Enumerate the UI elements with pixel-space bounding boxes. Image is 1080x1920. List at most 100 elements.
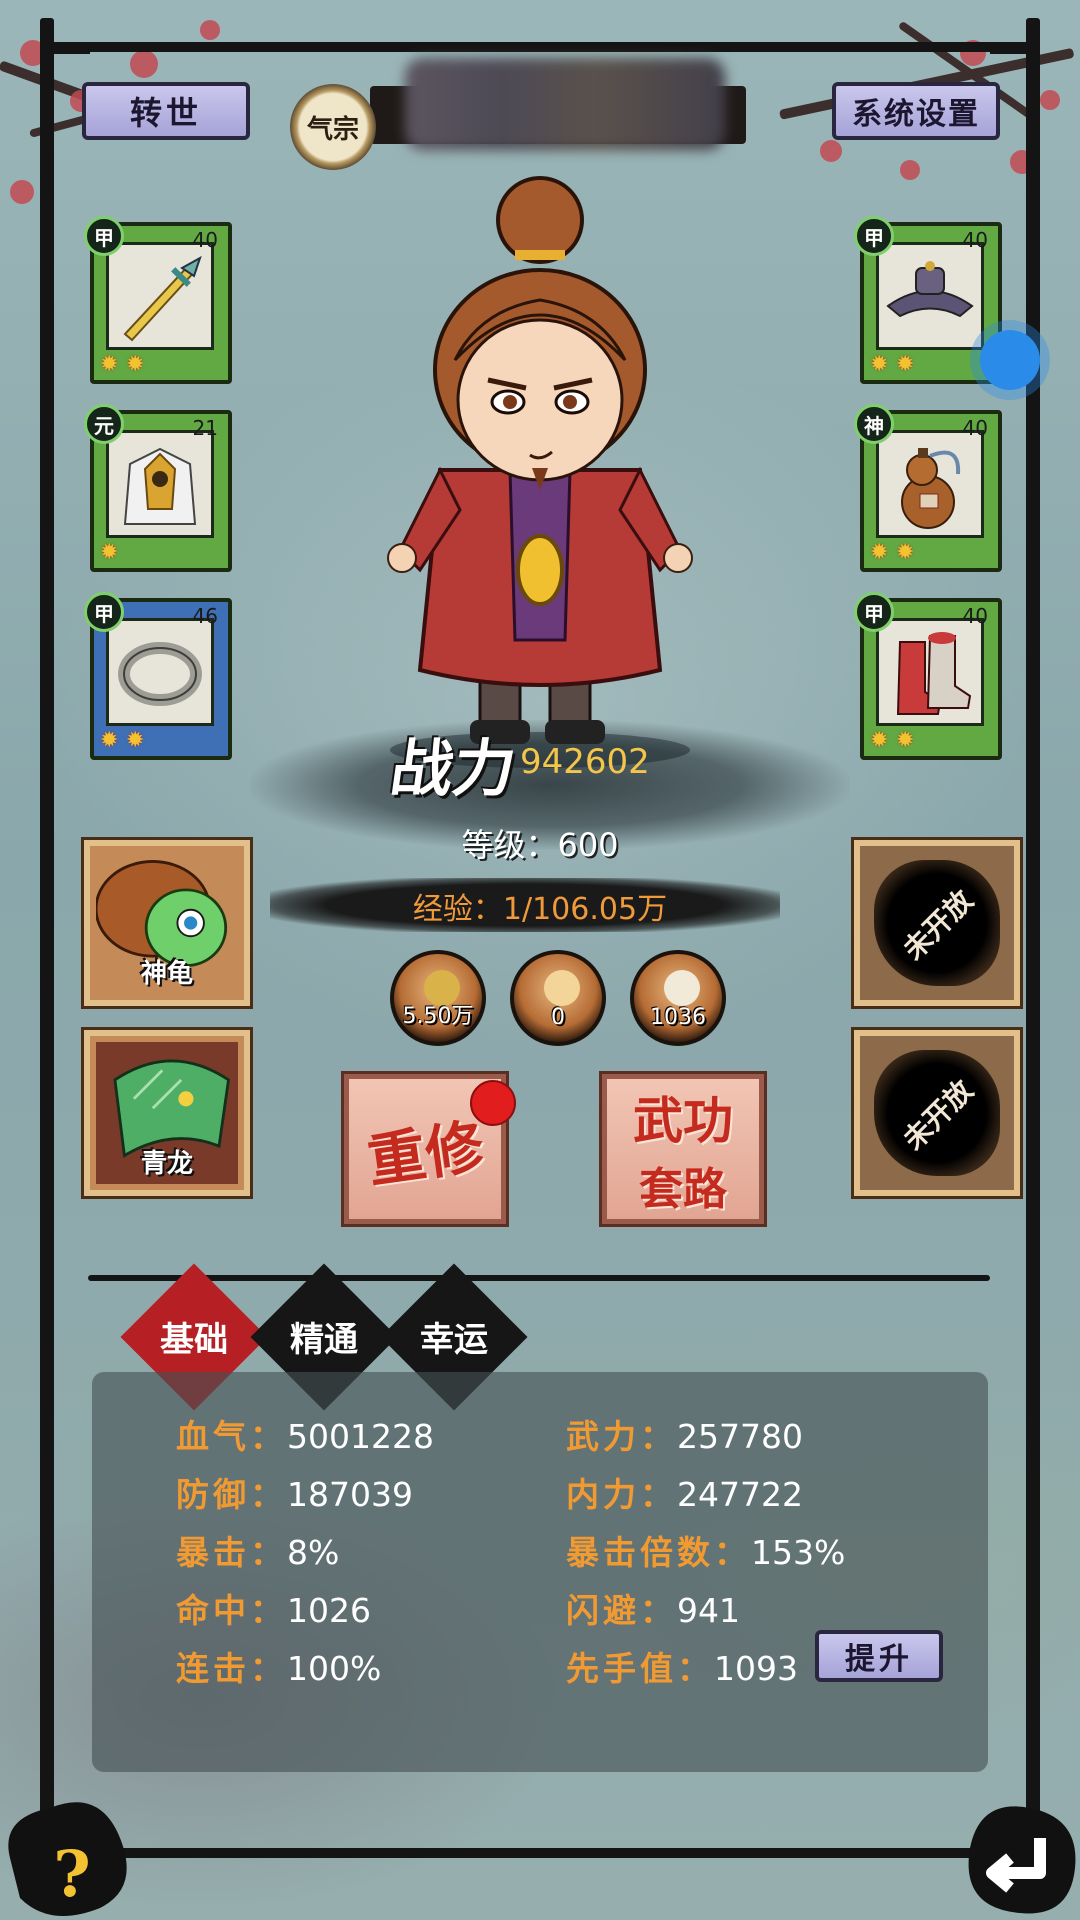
stat-row: 先手值：1093 [566, 1642, 798, 1690]
star-icon: ✹ [896, 540, 915, 565]
resource-orb[interactable]: 1036 [630, 950, 726, 1046]
equip-slot-boots[interactable]: 甲 40 ✹ ✹ [854, 592, 1002, 760]
star-rating: ✹ ✹ [100, 730, 148, 752]
equip-slot-accessory[interactable]: 神 40 ✹ ✹ [854, 404, 1002, 572]
star-icon: ✹ [100, 540, 119, 565]
stat-value: 1093 [714, 1649, 798, 1688]
item-level: 40 [962, 604, 988, 628]
sect-label: 气宗 [306, 114, 359, 145]
rebirth-button[interactable]: 转世 [82, 82, 250, 140]
resource-orb[interactable]: 5.50万 [390, 950, 486, 1046]
section-divider [88, 1275, 990, 1281]
martial-routine-button[interactable]: 武功 套路 [599, 1071, 767, 1227]
stat-value: 100% [287, 1649, 382, 1688]
gourd-icon [879, 433, 981, 535]
frame-right [1026, 18, 1040, 1868]
grade-tag: 甲 [84, 592, 124, 632]
grade-tag: 神 [854, 404, 894, 444]
stat-row: 暴击倍数：153% [566, 1526, 845, 1574]
player-name-redacted [405, 58, 725, 150]
back-button[interactable] [940, 1778, 1080, 1920]
stat-value: 8% [287, 1533, 340, 1572]
star-icon: ✹ [126, 728, 145, 753]
star-rating: ✹ ✹ [100, 354, 148, 376]
grade-tag: 元 [84, 404, 124, 444]
stat-value: 153% [751, 1533, 846, 1572]
stat-value: 257780 [677, 1417, 803, 1456]
star-rating: ✹ ✹ [870, 542, 918, 564]
combat-power-value: 942602 [520, 742, 650, 782]
stat-row: 暴击：8% [176, 1526, 339, 1574]
star-icon: ✹ [870, 540, 889, 565]
item-level: 40 [192, 228, 218, 252]
resource-value: 5.50万 [402, 1004, 474, 1029]
locked-slot[interactable]: 未开放 [851, 1027, 1023, 1199]
sword-icon [109, 245, 211, 347]
locked-slot[interactable]: 未开放 [851, 837, 1023, 1009]
character-avatar[interactable] [360, 170, 720, 770]
equip-slot-ring[interactable]: 甲 46 ✹ ✹ [84, 592, 232, 760]
armor-icon [109, 433, 211, 535]
tab-mastery-label: 精通 [290, 1320, 358, 1360]
stat-key: 暴击： [176, 1533, 287, 1572]
item-level: 40 [962, 416, 988, 440]
system-settings-button[interactable]: 系统设置 [832, 82, 1000, 140]
equip-slot-armor[interactable]: 元 21 ✹ [84, 404, 232, 572]
equip-slot-weapon[interactable]: 甲 40 ✹ ✹ [84, 216, 232, 384]
pet-slot-turtle[interactable]: 神龟 [81, 837, 253, 1009]
equip-item-frame [876, 618, 984, 726]
stat-value: 187039 [287, 1475, 413, 1514]
hat-icon [879, 245, 981, 347]
stat-row: 防御：187039 [176, 1468, 413, 1516]
star-icon: ✹ [100, 352, 119, 377]
upgrade-initiative-button[interactable]: 提升 [815, 1630, 943, 1682]
resource-value: 1036 [650, 1005, 706, 1030]
floating-assist-button[interactable] [980, 330, 1040, 390]
martial-label-2: 套路 [639, 1164, 727, 1215]
item-level: 40 [962, 228, 988, 252]
pet-name: 神龟 [140, 959, 193, 989]
stat-row: 闪避：941 [566, 1584, 740, 1632]
stat-value: 247722 [677, 1475, 803, 1514]
pet-slot-dragon[interactable]: 青龙 [81, 1027, 253, 1199]
stat-row: 武力：257780 [566, 1410, 803, 1458]
star-icon: ✹ [870, 352, 889, 377]
equip-item-frame [876, 242, 984, 350]
white-orb-icon [664, 970, 700, 1006]
stat-key: 命中： [176, 1591, 287, 1630]
stat-row: 血气：5001228 [176, 1410, 434, 1458]
stat-row: 内力：247722 [566, 1468, 803, 1516]
grade-tag: 甲 [854, 592, 894, 632]
stat-key: 闪避： [566, 1591, 677, 1630]
stat-key: 血气： [176, 1417, 287, 1456]
retrain-label: 重修 [363, 1112, 488, 1196]
help-question-icon: ? [53, 1837, 91, 1912]
stat-key: 暴击倍数： [566, 1533, 751, 1572]
sect-badge[interactable]: 气宗 [290, 84, 376, 170]
star-icon: ✹ [870, 728, 889, 753]
stat-key: 内力： [566, 1475, 677, 1514]
stat-row: 连击：100% [176, 1642, 381, 1690]
star-rating: ✹ ✹ [870, 354, 918, 376]
resource-orb[interactable]: 0 [510, 950, 606, 1046]
equip-item-frame [876, 430, 984, 538]
equip-item-frame [106, 430, 214, 538]
stat-key: 连击： [176, 1649, 287, 1688]
star-icon: ✹ [896, 728, 915, 753]
martial-label-1: 武功 [633, 1091, 733, 1150]
star-icon: ✹ [100, 728, 119, 753]
item-level: 21 [192, 416, 218, 440]
help-button[interactable]: ? [0, 1778, 140, 1920]
star-rating: ✹ ✹ [870, 730, 918, 752]
notification-dot [470, 1080, 516, 1126]
stat-value: 5001228 [287, 1417, 434, 1456]
stat-row: 命中：1026 [176, 1584, 371, 1632]
frame-bottom [40, 1848, 1040, 1858]
ring-icon [109, 621, 211, 723]
stat-value: 941 [677, 1591, 740, 1630]
grade-tag: 甲 [854, 216, 894, 256]
frame-top [40, 42, 1040, 52]
stat-key: 武力： [566, 1417, 677, 1456]
star-rating: ✹ [100, 542, 122, 564]
star-icon: ✹ [126, 352, 145, 377]
